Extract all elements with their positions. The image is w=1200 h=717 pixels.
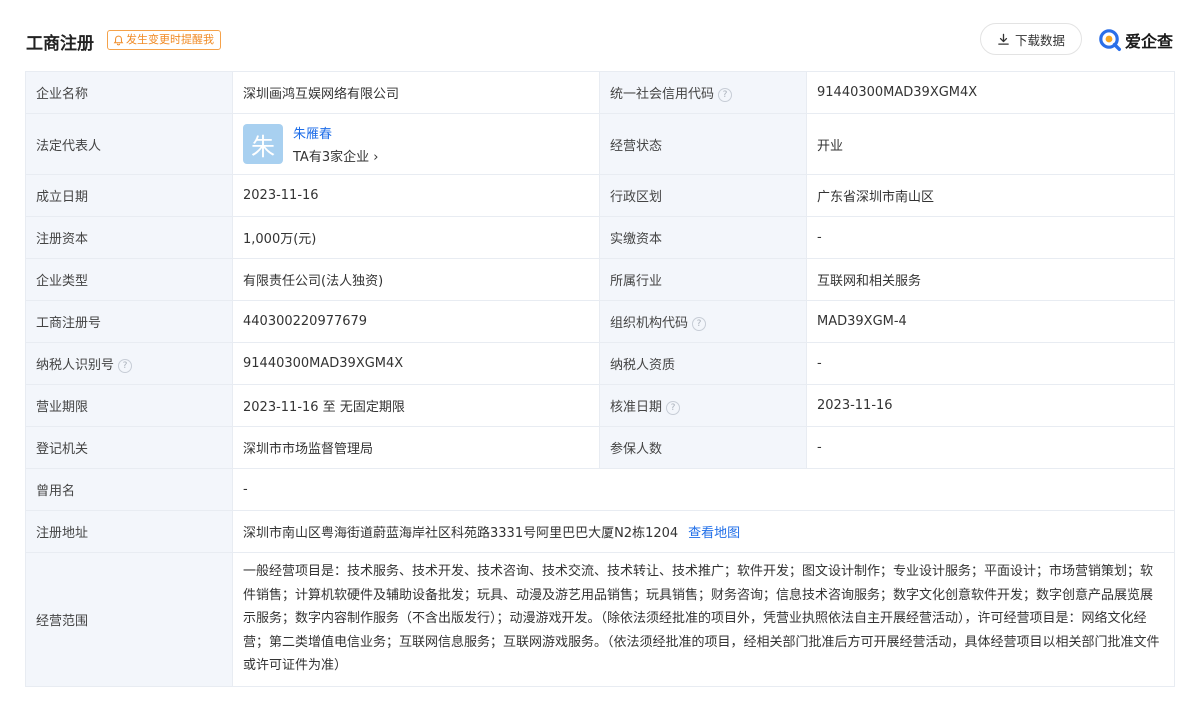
- region-value: 广东省深圳市南山区: [806, 174, 1175, 217]
- region-label: 行政区划: [599, 174, 807, 217]
- industry-label: 所属行业: [599, 258, 807, 301]
- paid-capital-value: -: [806, 216, 1175, 259]
- reg-number-label: 工商注册号: [25, 300, 233, 343]
- org-code-label: 组织机构代码: [610, 316, 689, 331]
- table-row: 营业期限 2023-11-16 至 无固定期限 核准日期? 2023-11-16: [25, 384, 1175, 427]
- org-code-label-cell: 组织机构代码?: [599, 300, 807, 343]
- scope-value: 一般经营项目是：技术服务、技术开发、技术咨询、技术交流、技术转让、技术推广；软件…: [232, 552, 1175, 687]
- former-name-value: -: [232, 468, 1175, 511]
- taxpayer-id-label: 纳税人识别号: [36, 358, 115, 373]
- download-data-label: 下载数据: [1014, 32, 1065, 48]
- table-row: 曾用名 -: [25, 468, 1175, 511]
- bell-icon: [113, 35, 124, 46]
- former-name-label: 曾用名: [25, 468, 233, 511]
- scope-label: 经营范围: [25, 552, 233, 687]
- section-title: 工商注册: [26, 34, 94, 54]
- change-reminder-label: 发生变更时提醒我: [126, 33, 214, 46]
- founded-label: 成立日期: [25, 174, 233, 217]
- term-value: 2023-11-16 至 无固定期限: [232, 384, 600, 427]
- view-map-link[interactable]: 查看地图: [688, 526, 740, 541]
- reg-number-value: 440300220977679: [232, 300, 600, 343]
- table-row: 企业类型 有限责任公司(法人独资) 所属行业 互联网和相关服务: [25, 258, 1175, 301]
- reg-capital-label: 注册资本: [25, 216, 233, 259]
- legal-rep-companies-link[interactable]: TA有3家企业 ›: [293, 146, 378, 165]
- reg-capital-value: 1,000万(元): [232, 216, 600, 259]
- org-code-value: MAD39XGM-4: [806, 300, 1175, 343]
- credit-code-label: 统一社会信用代码: [610, 87, 715, 102]
- question-circle-icon[interactable]: ?: [666, 400, 681, 415]
- chevron-right-icon: ›: [373, 150, 379, 165]
- address-value: 深圳市南山区粤海街道蔚蓝海岸社区科苑路3331号阿里巴巴大厦N2栋1204: [243, 526, 679, 541]
- brand-name: 爱企查: [1125, 32, 1174, 51]
- approval-date-value: 2023-11-16: [806, 384, 1175, 427]
- company-name-label: 企业名称: [25, 71, 233, 114]
- company-type-value: 有限责任公司(法人独资): [232, 258, 600, 301]
- taxpayer-id-label-cell: 纳税人识别号?: [25, 342, 233, 385]
- table-row: 法定代表人 朱 朱雁春 TA有3家企业 › 经营状态 开业: [25, 113, 1175, 175]
- insured-value: -: [806, 426, 1175, 469]
- legal-rep-name-link[interactable]: 朱雁春: [293, 123, 378, 142]
- taxpayer-id-value: 91440300MAD39XGM4X: [232, 342, 600, 385]
- address-cell: 深圳市南山区粤海街道蔚蓝海岸社区科苑路3331号阿里巴巴大厦N2栋1204 查看地…: [232, 510, 1175, 553]
- change-reminder-button[interactable]: 发生变更时提醒我: [107, 30, 221, 50]
- legal-rep-label: 法定代表人: [25, 113, 233, 175]
- download-data-button[interactable]: 下载数据: [980, 23, 1082, 55]
- approval-date-label-cell: 核准日期?: [599, 384, 807, 427]
- industry-value: 互联网和相关服务: [806, 258, 1175, 301]
- download-icon: [997, 33, 1010, 46]
- table-row: 企业名称 深圳画鸿互娱网络有限公司 统一社会信用代码? 91440300MAD3…: [25, 71, 1175, 114]
- section-header: 工商注册 发生变更时提醒我 下载数据 爱企查: [0, 0, 1200, 72]
- brand-logo: 爱企查: [1098, 27, 1173, 53]
- legal-rep-cell: 朱 朱雁春 TA有3家企业 ›: [232, 113, 600, 175]
- taxpayer-qual-label: 纳税人资质: [599, 342, 807, 385]
- insured-label: 参保人数: [599, 426, 807, 469]
- address-label: 注册地址: [25, 510, 233, 553]
- company-name-value: 深圳画鸿互娱网络有限公司: [232, 71, 600, 114]
- authority-label: 登记机关: [25, 426, 233, 469]
- founded-value: 2023-11-16: [232, 174, 600, 217]
- paid-capital-label: 实缴资本: [599, 216, 807, 259]
- table-row: 登记机关 深圳市市场监督管理局 参保人数 -: [25, 426, 1175, 469]
- taxpayer-qual-value: -: [806, 342, 1175, 385]
- status-value: 开业: [806, 113, 1175, 175]
- table-row: 经营范围 一般经营项目是：技术服务、技术开发、技术咨询、技术交流、技术转让、技术…: [25, 552, 1175, 687]
- authority-value: 深圳市市场监督管理局: [232, 426, 600, 469]
- company-type-label: 企业类型: [25, 258, 233, 301]
- question-circle-icon[interactable]: ?: [718, 87, 733, 102]
- table-row: 成立日期 2023-11-16 行政区划 广东省深圳市南山区: [25, 174, 1175, 217]
- question-circle-icon[interactable]: ?: [692, 316, 707, 331]
- table-row: 纳税人识别号? 91440300MAD39XGM4X 纳税人资质 -: [25, 342, 1175, 385]
- table-row: 注册地址 深圳市南山区粤海街道蔚蓝海岸社区科苑路3331号阿里巴巴大厦N2栋12…: [25, 510, 1175, 553]
- status-label: 经营状态: [599, 113, 807, 175]
- term-label: 营业期限: [25, 384, 233, 427]
- table-row: 注册资本 1,000万(元) 实缴资本 -: [25, 216, 1175, 259]
- legal-rep-companies-text: TA有3家企业: [293, 150, 370, 165]
- approval-date-label: 核准日期: [610, 400, 663, 415]
- table-row: 工商注册号 440300220977679 组织机构代码? MAD39XGM-4: [25, 300, 1175, 343]
- aiqicha-logo-icon: [1098, 28, 1122, 52]
- credit-code-value: 91440300MAD39XGM4X: [806, 71, 1175, 114]
- credit-code-label-cell: 统一社会信用代码?: [599, 71, 807, 114]
- registration-info-table: 企业名称 深圳画鸿互娱网络有限公司 统一社会信用代码? 91440300MAD3…: [25, 71, 1175, 687]
- question-circle-icon[interactable]: ?: [118, 358, 133, 373]
- avatar[interactable]: 朱: [243, 124, 283, 164]
